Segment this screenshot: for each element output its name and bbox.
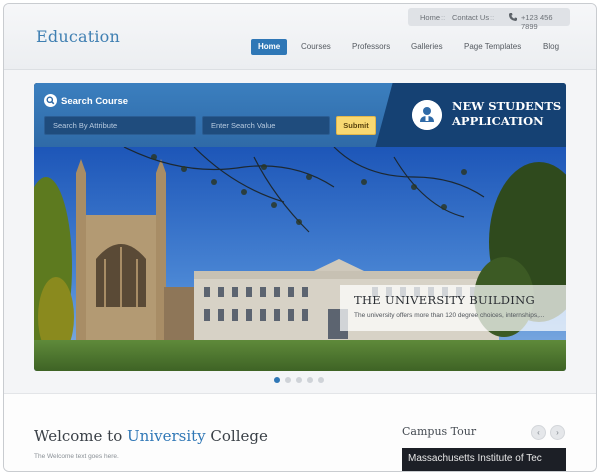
course-search-bar: Search Course Search By Attribute Enter … — [34, 83, 566, 147]
apply-line-1: NEW STUDENTS — [452, 99, 562, 113]
campus-tour-title: Campus Tour — [402, 425, 477, 438]
new-students-application-link[interactable]: NEW STUDENTS APPLICATION — [452, 99, 564, 129]
slider-dot[interactable] — [296, 377, 302, 383]
site-logo[interactable]: Education — [36, 27, 120, 46]
tour-prev-button[interactable]: ‹ — [531, 425, 546, 440]
search-attribute-select[interactable]: Search By Attribute — [44, 116, 196, 135]
slider-dot[interactable] — [318, 377, 324, 383]
top-utility-bar: Home :: Contact Us :: +123 456 7899 — [408, 8, 570, 31]
nav-item-page-templates[interactable]: Page Templates — [464, 39, 521, 55]
nav-item-blog[interactable]: Blog — [543, 39, 559, 55]
topbar-contact-link[interactable]: Contact Us — [452, 13, 489, 22]
site-header: Education Home :: Contact Us :: +123 456… — [4, 4, 596, 70]
topbar-separator: :: — [490, 13, 495, 22]
slider-dot[interactable] — [285, 377, 291, 383]
slider-dot[interactable] — [307, 377, 313, 383]
welcome-pre: Welcome to — [34, 427, 123, 445]
campus-tour-video-title: Massachusetts Institute of Tec — [408, 453, 542, 464]
search-icon — [44, 94, 57, 107]
search-submit-button[interactable]: Submit — [336, 116, 376, 135]
phone-icon — [509, 13, 517, 21]
slide-description: The university offers more than 120 degr… — [354, 312, 545, 319]
university-photo — [34, 147, 566, 371]
tour-next-button[interactable]: › — [550, 425, 565, 440]
welcome-heading: Welcome to University College — [34, 427, 268, 445]
content-section: Welcome to University College The Welcom… — [4, 393, 596, 471]
search-course-title: Search Course — [61, 96, 129, 107]
welcome-post: College — [210, 427, 268, 445]
topbar-home-link[interactable]: Home — [420, 13, 440, 22]
nav-item-courses[interactable]: Courses — [301, 39, 331, 55]
page-frame: Education Home :: Contact Us :: +123 456… — [3, 3, 597, 472]
nav-item-home[interactable]: Home — [251, 39, 288, 55]
nav-item-galleries[interactable]: Galleries — [411, 39, 443, 55]
student-icon — [412, 100, 442, 130]
topbar-phone-number: +123 456 7899 — [521, 13, 553, 31]
slider-dot[interactable] — [274, 377, 280, 383]
apply-line-2: APPLICATION — [452, 114, 544, 128]
nav-item-professors[interactable]: Professors — [352, 39, 390, 55]
topbar-separator: :: — [441, 13, 446, 22]
hero-slider: Search Course Search By Attribute Enter … — [34, 83, 566, 371]
slide-title[interactable]: THE UNIVERSITY BUILDING — [354, 293, 535, 307]
welcome-subtext: The Welcome text goes here. — [34, 453, 119, 460]
campus-tour-video[interactable]: Massachusetts Institute of Tec — [402, 448, 566, 471]
slide-caption: THE UNIVERSITY BUILDING The university o… — [340, 285, 566, 331]
search-value-input[interactable]: Enter Search Value — [202, 116, 330, 135]
welcome-highlight: University — [127, 427, 206, 445]
